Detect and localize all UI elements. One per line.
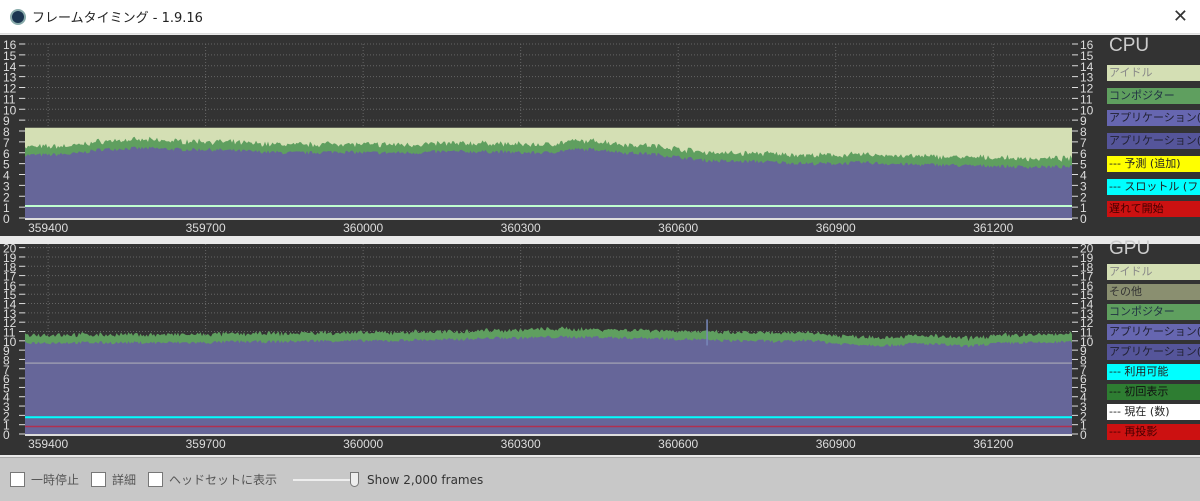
legend-item: --- 現在 (数) (1107, 404, 1200, 420)
x-tick-label: 359400 (28, 437, 68, 451)
checkbox-box[interactable] (91, 472, 107, 487)
legend-item: --- 初回表示 (1107, 384, 1200, 400)
checkbox-box[interactable] (10, 472, 25, 487)
checkbox-box[interactable] (148, 472, 164, 487)
details-checkbox[interactable]: 詳細 (91, 471, 136, 488)
legend-item: --- 利用可能 (1107, 364, 1200, 380)
x-tick-label: 360900 (816, 221, 856, 235)
legend-item: アプリケーション(予 (1107, 110, 1200, 127)
gpu-label: GPU (1109, 238, 1151, 259)
x-tick-label: 361200 (973, 437, 1013, 451)
x-tick-label: 360600 (658, 437, 698, 451)
gpu-chart-panel: 0 0 1 1 2 2 3 3 4 4 5 5 6 6 7 7 8 8 9 9 10 10 11 11 12 12 13 13 14 14… (0, 238, 1200, 455)
x-tick-label: 360600 (658, 221, 698, 235)
legend-item: --- スロットル (フ (1107, 178, 1200, 195)
legend-item: アプリケーション(予 (1107, 324, 1200, 340)
legend-item: 遅れて開始 (1107, 201, 1200, 218)
window-title: フレームタイミング - 1.9.16 (32, 11, 203, 26)
x-tick-label: 359700 (186, 221, 226, 235)
bottom-toolbar: 一時停止 詳細 ヘッドセットに表示 Show 2,000 frames (0, 457, 1200, 501)
x-tick-label: 359700 (186, 437, 226, 451)
show-in-headset-checkbox[interactable]: ヘッドセットに表示 (148, 471, 277, 488)
legend-item: --- 再投影 (1107, 424, 1200, 440)
cpu-chart-panel: 0 0 1 1 2 2 3 3 4 4 5 5 6 6 7 7 8 8 9 9 10 10 11 11 12 12 13 13 14 14… (0, 35, 1200, 236)
y-tick-label: 21 (1080, 244, 1094, 246)
frames-slider[interactable] (293, 471, 360, 487)
x-tick-label: 360000 (343, 437, 383, 451)
y-tick-label: 16 (1080, 38, 1094, 52)
legend-item: アプリケーション(ヂ (1107, 344, 1200, 360)
title-bar: フレームタイミング - 1.9.16 ✕ (0, 0, 1200, 34)
legend-item: --- 予測 (追加) (1107, 155, 1200, 172)
slider-thumb[interactable] (350, 471, 360, 487)
pause-checkbox[interactable]: 一時停止 (10, 471, 79, 488)
pause-label: 一時停止 (31, 473, 80, 487)
legend-item: アプリケーション(ヂ (1107, 133, 1200, 150)
x-tick-label: 360300 (501, 437, 541, 451)
x-tick-label: 359400 (28, 221, 68, 235)
legend-item: アイドル (1107, 264, 1200, 280)
close-button[interactable]: ✕ (1173, 6, 1188, 27)
cpu-label: CPU (1109, 35, 1150, 56)
details-label: 詳細 (112, 473, 137, 487)
cpu-chart: 0 01 12 23 34 45 56 67 78 89 910 1011 1112 1213 1314 14… (3, 38, 1094, 235)
x-tick-label: 360300 (501, 221, 541, 235)
x-tick-label: 360000 (343, 221, 383, 235)
y-tick-label: 16 (3, 38, 17, 52)
legend-item: コンポジター (1107, 304, 1200, 320)
x-tick-label: 361200 (973, 221, 1013, 235)
app-logo-icon (10, 8, 26, 25)
show-in-headset-label: ヘッドセットに表示 (169, 473, 278, 487)
legend-item: その他 (1107, 284, 1200, 300)
frames-label: Show 2,000 frames (367, 472, 484, 487)
gpu-chart: 0 01 12 23 34 45 56 67 78 89 910 1011 1112 1213 1314 14… (3, 244, 1094, 451)
x-tick-label: 360900 (816, 437, 856, 451)
application-area (25, 335, 1072, 434)
legend-item: アイドル (1107, 65, 1200, 81)
y-tick-label: 21 (3, 244, 17, 246)
legend-item: コンポジター (1107, 87, 1200, 104)
